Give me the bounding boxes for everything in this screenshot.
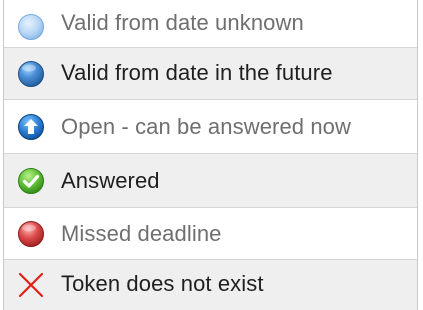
legend-row-open: Open - can be answered now — [4, 100, 417, 154]
legend-label: Missed deadline — [61, 221, 222, 246]
legend-row-valid-from-future: Valid from date in the future — [4, 48, 417, 100]
legend-row-valid-from-unknown: Valid from date unknown — [4, 0, 417, 48]
legend-label: Open - can be answered now — [61, 114, 351, 139]
legend-row-token-missing: Token does not exist — [4, 260, 417, 310]
legend-label: Valid from date unknown — [61, 10, 304, 35]
legend-row-answered: Answered — [4, 154, 417, 208]
blue-circle-icon — [18, 61, 44, 87]
legend-label: Token does not exist — [61, 271, 264, 296]
legend-label: Valid from date in the future — [61, 60, 333, 85]
legend-label: Answered — [61, 168, 160, 193]
blue-up-arrow-circle-icon — [18, 114, 44, 140]
light-blue-circle-icon — [18, 14, 44, 40]
red-circle-icon — [18, 221, 44, 247]
status-legend: Valid from date unknown Valid from date … — [3, 0, 418, 310]
green-check-circle-icon — [18, 168, 44, 194]
red-x-icon — [18, 272, 44, 298]
legend-row-missed-deadline: Missed deadline — [4, 208, 417, 260]
